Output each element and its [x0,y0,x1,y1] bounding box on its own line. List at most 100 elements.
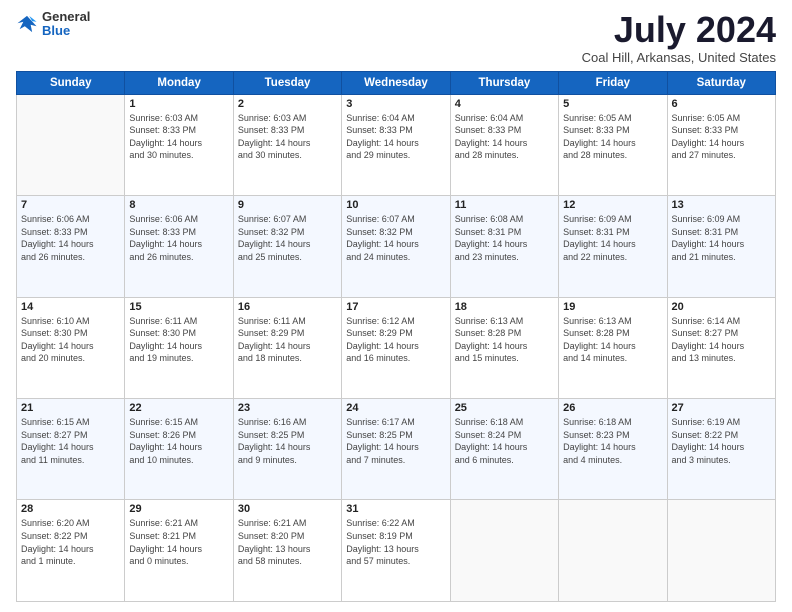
calendar-week-row: 7 Sunrise: 6:06 AM Sunset: 8:33 PM Daylig… [17,196,776,297]
day-of-week-header: Tuesday [233,71,341,94]
day-of-week-header: Friday [559,71,667,94]
day-info: Sunrise: 6:03 AM Sunset: 8:33 PM Dayligh… [129,112,228,162]
day-info: Sunrise: 6:07 AM Sunset: 8:32 PM Dayligh… [238,213,337,263]
day-info: Sunrise: 6:20 AM Sunset: 8:22 PM Dayligh… [21,517,120,567]
day-info: Sunrise: 6:21 AM Sunset: 8:21 PM Dayligh… [129,517,228,567]
calendar-day-cell: 21Sunrise: 6:15 AM Sunset: 8:27 PM Dayli… [17,399,125,500]
day-info: Sunrise: 6:18 AM Sunset: 8:24 PM Dayligh… [455,416,554,466]
calendar-day-cell: 2Sunrise: 6:03 AM Sunset: 8:33 PM Daylig… [233,94,341,195]
calendar-day-cell: 4Sunrise: 6:04 AM Sunset: 8:33 PM Daylig… [450,94,558,195]
calendar-day-cell: 29 Sunrise: 6:21 AM Sunset: 8:21 PM Dayli… [125,500,233,602]
calendar-day-cell [450,500,558,602]
day-number: 29 [129,503,228,515]
calendar-table: SundayMondayTuesdayWednesdayThursdayFrid… [16,71,776,602]
day-number: 22 [129,402,228,414]
day-info: Sunrise: 6:10 AM Sunset: 8:30 PM Dayligh… [21,315,120,365]
day-info: Sunrise: 6:13 AM Sunset: 8:28 PM Dayligh… [563,315,662,365]
day-info: Sunrise: 6:15 AM Sunset: 8:26 PM Dayligh… [129,416,228,466]
day-info: Sunrise: 6:22 AM Sunset: 8:19 PM Dayligh… [346,517,445,567]
calendar-day-cell [667,500,775,602]
day-info: Sunrise: 6:18 AM Sunset: 8:23 PM Dayligh… [563,416,662,466]
day-number: 7 [21,199,120,211]
day-info: Sunrise: 6:05 AM Sunset: 8:33 PM Dayligh… [563,112,662,162]
day-number: 12 [563,199,662,211]
day-number: 25 [455,402,554,414]
day-info: Sunrise: 6:17 AM Sunset: 8:25 PM Dayligh… [346,416,445,466]
day-info: Sunrise: 6:06 AM Sunset: 8:33 PM Dayligh… [21,213,120,263]
calendar-day-cell: 25 Sunrise: 6:18 AM Sunset: 8:24 PM Dayli… [450,399,558,500]
month-title: July 2024 [582,10,776,50]
calendar-day-cell: 22 Sunrise: 6:15 AM Sunset: 8:26 PM Dayli… [125,399,233,500]
day-number: 11 [455,199,554,211]
day-info: Sunrise: 6:15 AM Sunset: 8:27 PM Dayligh… [21,416,120,466]
calendar-day-cell: 12 Sunrise: 6:09 AM Sunset: 8:31 PM Dayli… [559,196,667,297]
day-info: Sunrise: 6:04 AM Sunset: 8:33 PM Dayligh… [455,112,554,162]
calendar-day-cell: 9 Sunrise: 6:07 AM Sunset: 8:32 PM Daylig… [233,196,341,297]
day-of-week-header: Sunday [17,71,125,94]
day-number: 8 [129,199,228,211]
day-of-week-header: Saturday [667,71,775,94]
day-info: Sunrise: 6:12 AM Sunset: 8:29 PM Dayligh… [346,315,445,365]
logo-text: General Blue [42,10,90,39]
day-number: 23 [238,402,337,414]
calendar-week-row: 14 Sunrise: 6:10 AM Sunset: 8:30 PM Dayli… [17,297,776,398]
calendar-day-cell: 31 Sunrise: 6:22 AM Sunset: 8:19 PM Dayli… [342,500,450,602]
calendar-header: SundayMondayTuesdayWednesdayThursdayFrid… [17,71,776,94]
calendar-week-row: 21Sunrise: 6:15 AM Sunset: 8:27 PM Dayli… [17,399,776,500]
day-number: 1 [129,98,228,110]
day-info: Sunrise: 6:05 AM Sunset: 8:33 PM Dayligh… [672,112,771,162]
calendar-day-cell: 5 Sunrise: 6:05 AM Sunset: 8:33 PM Daylig… [559,94,667,195]
day-number: 26 [563,402,662,414]
day-info: Sunrise: 6:11 AM Sunset: 8:29 PM Dayligh… [238,315,337,365]
day-info: Sunrise: 6:03 AM Sunset: 8:33 PM Dayligh… [238,112,337,162]
day-info: Sunrise: 6:09 AM Sunset: 8:31 PM Dayligh… [563,213,662,263]
calendar-week-row: 28Sunrise: 6:20 AM Sunset: 8:22 PM Dayli… [17,500,776,602]
day-number: 14 [21,301,120,313]
title-block: July 2024 Coal Hill, Arkansas, United St… [582,10,776,65]
day-number: 15 [129,301,228,313]
calendar-day-cell: 23 Sunrise: 6:16 AM Sunset: 8:25 PM Dayli… [233,399,341,500]
day-info: Sunrise: 6:08 AM Sunset: 8:31 PM Dayligh… [455,213,554,263]
calendar-day-cell [17,94,125,195]
page: General Blue July 2024 Coal Hill, Arkans… [0,0,792,612]
calendar-day-cell: 24Sunrise: 6:17 AM Sunset: 8:25 PM Dayli… [342,399,450,500]
day-number: 20 [672,301,771,313]
calendar-day-cell: 8 Sunrise: 6:06 AM Sunset: 8:33 PM Daylig… [125,196,233,297]
calendar-day-cell: 20Sunrise: 6:14 AM Sunset: 8:27 PM Dayli… [667,297,775,398]
calendar-day-cell: 17 Sunrise: 6:12 AM Sunset: 8:29 PM Dayli… [342,297,450,398]
calendar-day-cell: 18Sunrise: 6:13 AM Sunset: 8:28 PM Dayli… [450,297,558,398]
day-number: 10 [346,199,445,211]
day-number: 16 [238,301,337,313]
calendar-day-cell: 28Sunrise: 6:20 AM Sunset: 8:22 PM Dayli… [17,500,125,602]
logo: General Blue [16,10,90,39]
day-info: Sunrise: 6:16 AM Sunset: 8:25 PM Dayligh… [238,416,337,466]
calendar-body: 1 Sunrise: 6:03 AM Sunset: 8:33 PM Daylig… [17,94,776,601]
day-number: 5 [563,98,662,110]
day-info: Sunrise: 6:21 AM Sunset: 8:20 PM Dayligh… [238,517,337,567]
calendar-day-cell: 26 Sunrise: 6:18 AM Sunset: 8:23 PM Dayli… [559,399,667,500]
day-number: 13 [672,199,771,211]
day-number: 9 [238,199,337,211]
day-info: Sunrise: 6:04 AM Sunset: 8:33 PM Dayligh… [346,112,445,162]
header: General Blue July 2024 Coal Hill, Arkans… [16,10,776,65]
day-of-week-header: Wednesday [342,71,450,94]
day-info: Sunrise: 6:06 AM Sunset: 8:33 PM Dayligh… [129,213,228,263]
day-of-week-header: Thursday [450,71,558,94]
day-info: Sunrise: 6:07 AM Sunset: 8:32 PM Dayligh… [346,213,445,263]
logo-bird-icon [16,13,38,35]
location: Coal Hill, Arkansas, United States [582,50,776,65]
day-number: 6 [672,98,771,110]
day-number: 19 [563,301,662,313]
day-number: 31 [346,503,445,515]
calendar-day-cell: 15 Sunrise: 6:11 AM Sunset: 8:30 PM Dayli… [125,297,233,398]
day-number: 17 [346,301,445,313]
day-info: Sunrise: 6:11 AM Sunset: 8:30 PM Dayligh… [129,315,228,365]
calendar-day-cell: 16 Sunrise: 6:11 AM Sunset: 8:29 PM Dayli… [233,297,341,398]
day-info: Sunrise: 6:19 AM Sunset: 8:22 PM Dayligh… [672,416,771,466]
calendar-day-cell: 19 Sunrise: 6:13 AM Sunset: 8:28 PM Dayli… [559,297,667,398]
day-number: 27 [672,402,771,414]
calendar-day-cell: 11 Sunrise: 6:08 AM Sunset: 8:31 PM Dayli… [450,196,558,297]
day-number: 18 [455,301,554,313]
calendar-day-cell [559,500,667,602]
calendar-week-row: 1 Sunrise: 6:03 AM Sunset: 8:33 PM Daylig… [17,94,776,195]
